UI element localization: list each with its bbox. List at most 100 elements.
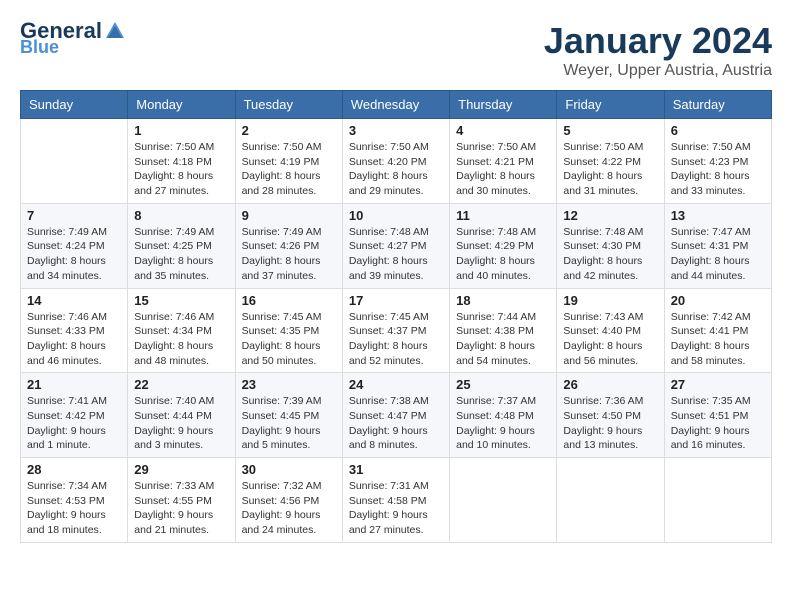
day-info: Sunrise: 7:50 AM Sunset: 4:19 PM Dayligh…: [242, 140, 336, 199]
day-info: Sunrise: 7:48 AM Sunset: 4:30 PM Dayligh…: [563, 225, 657, 284]
calendar-cell: 11 Sunrise: 7:48 AM Sunset: 4:29 PM Dayli…: [450, 203, 557, 288]
calendar-cell: 2Sunrise: 7:50 AM Sunset: 4:19 PM Daylig…: [235, 119, 342, 204]
day-info: Sunrise: 7:49 AM Sunset: 4:25 PM Dayligh…: [134, 225, 228, 284]
day-info: Sunrise: 7:44 AM Sunset: 4:38 PM Dayligh…: [456, 310, 550, 369]
calendar-cell: 23Sunrise: 7:39 AM Sunset: 4:45 PM Dayli…: [235, 373, 342, 458]
page-header: General Blue January 2024 Weyer, Upper A…: [20, 20, 772, 80]
day-info: Sunrise: 7:46 AM Sunset: 4:33 PM Dayligh…: [27, 310, 121, 369]
day-info: Sunrise: 7:31 AM Sunset: 4:58 PM Dayligh…: [349, 479, 443, 538]
calendar-cell: 24 Sunrise: 7:38 AM Sunset: 4:47 PM Dayli…: [342, 373, 449, 458]
weekday-header-sunday: Sunday: [21, 91, 128, 119]
day-number: 15: [134, 293, 228, 308]
day-number: 14: [27, 293, 121, 308]
day-info: Sunrise: 7:45 AM Sunset: 4:35 PM Dayligh…: [242, 310, 336, 369]
day-number: 21: [27, 377, 121, 392]
calendar-cell: 16 Sunrise: 7:45 AM Sunset: 4:35 PM Dayli…: [235, 288, 342, 373]
title-section: January 2024 Weyer, Upper Austria, Austr…: [544, 20, 772, 80]
calendar-cell: 22 Sunrise: 7:40 AM Sunset: 4:44 PM Dayli…: [128, 373, 235, 458]
calendar-cell: 5 Sunrise: 7:50 AM Sunset: 4:22 PM Daylig…: [557, 119, 664, 204]
calendar-cell: 18 Sunrise: 7:44 AM Sunset: 4:38 PM Dayli…: [450, 288, 557, 373]
calendar-cell: 30Sunrise: 7:32 AM Sunset: 4:56 PM Dayli…: [235, 458, 342, 543]
day-number: 22: [134, 377, 228, 392]
day-number: 1: [134, 123, 228, 138]
day-info: Sunrise: 7:47 AM Sunset: 4:31 PM Dayligh…: [671, 225, 765, 284]
week-row-5: 28 Sunrise: 7:34 AM Sunset: 4:53 PM Dayli…: [21, 458, 772, 543]
day-number: 7: [27, 208, 121, 223]
day-info: Sunrise: 7:49 AM Sunset: 4:24 PM Dayligh…: [27, 225, 121, 284]
weekday-header-thursday: Thursday: [450, 91, 557, 119]
weekday-header-friday: Friday: [557, 91, 664, 119]
day-number: 13: [671, 208, 765, 223]
calendar-cell: 3Sunrise: 7:50 AM Sunset: 4:20 PM Daylig…: [342, 119, 449, 204]
day-info: Sunrise: 7:50 AM Sunset: 4:18 PM Dayligh…: [134, 140, 228, 199]
weekday-header-monday: Monday: [128, 91, 235, 119]
day-info: Sunrise: 7:50 AM Sunset: 4:22 PM Dayligh…: [563, 140, 657, 199]
calendar-cell: [664, 458, 771, 543]
week-row-4: 21Sunrise: 7:41 AM Sunset: 4:42 PM Dayli…: [21, 373, 772, 458]
day-number: 29: [134, 462, 228, 477]
day-number: 26: [563, 377, 657, 392]
day-info: Sunrise: 7:48 AM Sunset: 4:27 PM Dayligh…: [349, 225, 443, 284]
day-number: 11: [456, 208, 550, 223]
day-number: 5: [563, 123, 657, 138]
calendar-cell: 26Sunrise: 7:36 AM Sunset: 4:50 PM Dayli…: [557, 373, 664, 458]
calendar-cell: 29 Sunrise: 7:33 AM Sunset: 4:55 PM Dayli…: [128, 458, 235, 543]
day-info: Sunrise: 7:37 AM Sunset: 4:48 PM Dayligh…: [456, 394, 550, 453]
day-number: 6: [671, 123, 765, 138]
calendar-cell: 4 Sunrise: 7:50 AM Sunset: 4:21 PM Daylig…: [450, 119, 557, 204]
day-info: Sunrise: 7:35 AM Sunset: 4:51 PM Dayligh…: [671, 394, 765, 453]
logo: General Blue: [20, 20, 128, 56]
calendar-cell: 31 Sunrise: 7:31 AM Sunset: 4:58 PM Dayli…: [342, 458, 449, 543]
calendar-cell: 9 Sunrise: 7:49 AM Sunset: 4:26 PM Daylig…: [235, 203, 342, 288]
day-info: Sunrise: 7:33 AM Sunset: 4:55 PM Dayligh…: [134, 479, 228, 538]
day-info: Sunrise: 7:50 AM Sunset: 4:23 PM Dayligh…: [671, 140, 765, 199]
calendar-cell: 27 Sunrise: 7:35 AM Sunset: 4:51 PM Dayli…: [664, 373, 771, 458]
day-number: 10: [349, 208, 443, 223]
weekday-header-tuesday: Tuesday: [235, 91, 342, 119]
calendar-cell: 21Sunrise: 7:41 AM Sunset: 4:42 PM Dayli…: [21, 373, 128, 458]
day-number: 16: [242, 293, 336, 308]
day-info: Sunrise: 7:34 AM Sunset: 4:53 PM Dayligh…: [27, 479, 121, 538]
weekday-header-row: SundayMondayTuesdayWednesdayThursdayFrid…: [21, 91, 772, 119]
day-number: 12: [563, 208, 657, 223]
calendar-cell: 15 Sunrise: 7:46 AM Sunset: 4:34 PM Dayli…: [128, 288, 235, 373]
calendar-cell: [557, 458, 664, 543]
day-info: Sunrise: 7:46 AM Sunset: 4:34 PM Dayligh…: [134, 310, 228, 369]
calendar-cell: 19 Sunrise: 7:43 AM Sunset: 4:40 PM Dayli…: [557, 288, 664, 373]
logo-text-blue: Blue: [20, 38, 59, 56]
day-number: 25: [456, 377, 550, 392]
day-info: Sunrise: 7:39 AM Sunset: 4:45 PM Dayligh…: [242, 394, 336, 453]
day-number: 17: [349, 293, 443, 308]
day-info: Sunrise: 7:43 AM Sunset: 4:40 PM Dayligh…: [563, 310, 657, 369]
day-info: Sunrise: 7:40 AM Sunset: 4:44 PM Dayligh…: [134, 394, 228, 453]
day-number: 19: [563, 293, 657, 308]
day-number: 18: [456, 293, 550, 308]
main-title: January 2024: [544, 20, 772, 62]
weekday-header-saturday: Saturday: [664, 91, 771, 119]
calendar-cell: 1 Sunrise: 7:50 AM Sunset: 4:18 PM Daylig…: [128, 119, 235, 204]
week-row-2: 7 Sunrise: 7:49 AM Sunset: 4:24 PM Daylig…: [21, 203, 772, 288]
day-info: Sunrise: 7:50 AM Sunset: 4:21 PM Dayligh…: [456, 140, 550, 199]
calendar-cell: 13 Sunrise: 7:47 AM Sunset: 4:31 PM Dayli…: [664, 203, 771, 288]
calendar-cell: 20Sunrise: 7:42 AM Sunset: 4:41 PM Dayli…: [664, 288, 771, 373]
day-number: 4: [456, 123, 550, 138]
calendar-cell: [21, 119, 128, 204]
day-number: 24: [349, 377, 443, 392]
day-number: 20: [671, 293, 765, 308]
day-number: 28: [27, 462, 121, 477]
subtitle: Weyer, Upper Austria, Austria: [544, 62, 772, 80]
day-number: 30: [242, 462, 336, 477]
day-info: Sunrise: 7:45 AM Sunset: 4:37 PM Dayligh…: [349, 310, 443, 369]
day-number: 9: [242, 208, 336, 223]
weekday-header-wednesday: Wednesday: [342, 91, 449, 119]
day-number: 31: [349, 462, 443, 477]
calendar-cell: 25 Sunrise: 7:37 AM Sunset: 4:48 PM Dayli…: [450, 373, 557, 458]
calendar-cell: [450, 458, 557, 543]
day-number: 27: [671, 377, 765, 392]
day-info: Sunrise: 7:38 AM Sunset: 4:47 PM Dayligh…: [349, 394, 443, 453]
day-info: Sunrise: 7:49 AM Sunset: 4:26 PM Dayligh…: [242, 225, 336, 284]
day-info: Sunrise: 7:48 AM Sunset: 4:29 PM Dayligh…: [456, 225, 550, 284]
calendar-cell: 7 Sunrise: 7:49 AM Sunset: 4:24 PM Daylig…: [21, 203, 128, 288]
day-info: Sunrise: 7:50 AM Sunset: 4:20 PM Dayligh…: [349, 140, 443, 199]
logo-icon: [104, 20, 126, 42]
